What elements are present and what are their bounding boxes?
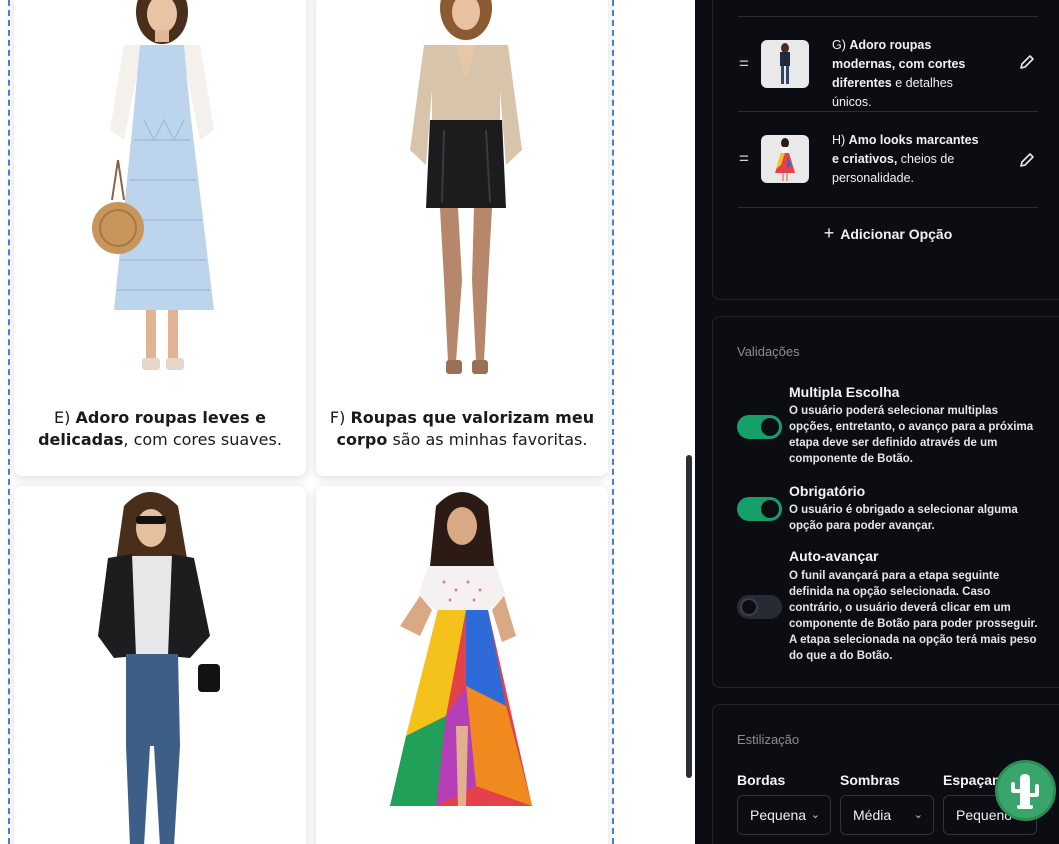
- validation-desc-required: O usuário é obrigado a selecionar alguma…: [789, 504, 1018, 532]
- validation-title-auto-advance: Auto-avançar: [789, 548, 879, 564]
- select-borders-value: Pequena: [750, 807, 807, 823]
- label-spacing: Espaçamento: [943, 772, 1003, 788]
- divider: [738, 207, 1038, 208]
- validation-title-required: Obrigatório: [789, 483, 866, 499]
- section-title-validations: Validações: [737, 344, 800, 359]
- preview-canvas: E) Adoro roupas leves e delicadas, com c…: [0, 0, 695, 844]
- validations-panel: Validações Multipla Escolha O usuário po…: [712, 316, 1059, 688]
- option-card-f[interactable]: F) Roupas que valorizam meu corpo são as…: [316, 0, 608, 476]
- option-caption-f: F) Roupas que valorizam meu corpo são as…: [329, 408, 595, 449]
- settings-sidebar: = G) Adoro roupas modernas, com cortes d…: [695, 0, 1059, 844]
- option-image-colorful-skirt: [316, 486, 608, 844]
- select-borders[interactable]: Pequena ⌄: [737, 795, 831, 835]
- validation-desc-auto-advance: O funil avançará para a etapa seguinte d…: [789, 570, 1038, 662]
- cactus-icon: [1011, 774, 1039, 809]
- add-option-label: Adicionar Opção: [840, 226, 953, 242]
- toggle-auto-advance[interactable]: [737, 595, 782, 619]
- drag-handle-icon[interactable]: =: [739, 54, 749, 74]
- option-image-f: [316, 0, 608, 390]
- option-caption-e: E) Adoro roupas leves e delicadas, com c…: [38, 408, 282, 449]
- edit-pencil-icon[interactable]: [1018, 53, 1036, 71]
- option-row-g[interactable]: = G) Adoro roupas modernas, com cortes d…: [738, 16, 1038, 111]
- option-thumb-g: [761, 40, 809, 88]
- plus-icon: +: [823, 223, 835, 243]
- option-label-g: G) Adoro roupas modernas, com cortes dif…: [832, 38, 966, 109]
- option-label-h: H) Amo looks marcantes e criativos, chei…: [832, 133, 979, 185]
- option-image-leather-jacket: [14, 486, 306, 844]
- option-row-h[interactable]: = H) Amo looks marcantes e criativos, ch…: [738, 111, 1038, 206]
- help-cactus-button[interactable]: [995, 760, 1056, 821]
- select-shadows-value: Média: [853, 807, 892, 823]
- label-borders: Bordas: [737, 772, 786, 788]
- chevron-down-icon: ⌄: [810, 809, 820, 821]
- editor-root: E) Adoro roupas leves e delicadas, com c…: [0, 0, 1059, 844]
- option-card-colorful-skirt[interactable]: [316, 486, 608, 844]
- option-image-e: [14, 0, 306, 390]
- option-card-leather-jacket[interactable]: [14, 486, 306, 844]
- canvas-scrollbar[interactable]: [686, 455, 692, 778]
- toggle-multiple-choice[interactable]: [737, 415, 782, 439]
- option-thumb-h: [761, 135, 809, 183]
- options-panel: = G) Adoro roupas modernas, com cortes d…: [712, 0, 1059, 300]
- chevron-down-icon: ⌄: [913, 809, 923, 821]
- select-shadows[interactable]: Média ⌄: [840, 795, 934, 835]
- guide-line-right: [612, 0, 614, 844]
- edit-pencil-icon[interactable]: [1018, 151, 1036, 169]
- guide-line-left: [8, 0, 10, 844]
- toggle-required[interactable]: [737, 497, 782, 521]
- add-option-button[interactable]: + Adicionar Opção: [738, 223, 1038, 244]
- section-title-styling: Estilização: [737, 732, 800, 747]
- validation-title-multiple: Multipla Escolha: [789, 384, 900, 400]
- drag-handle-icon[interactable]: =: [739, 149, 749, 169]
- validation-desc-multiple: O usuário poderá selecionar multiplas op…: [789, 405, 1034, 465]
- label-shadows: Sombras: [840, 772, 900, 788]
- option-card-e[interactable]: E) Adoro roupas leves e delicadas, com c…: [14, 0, 306, 476]
